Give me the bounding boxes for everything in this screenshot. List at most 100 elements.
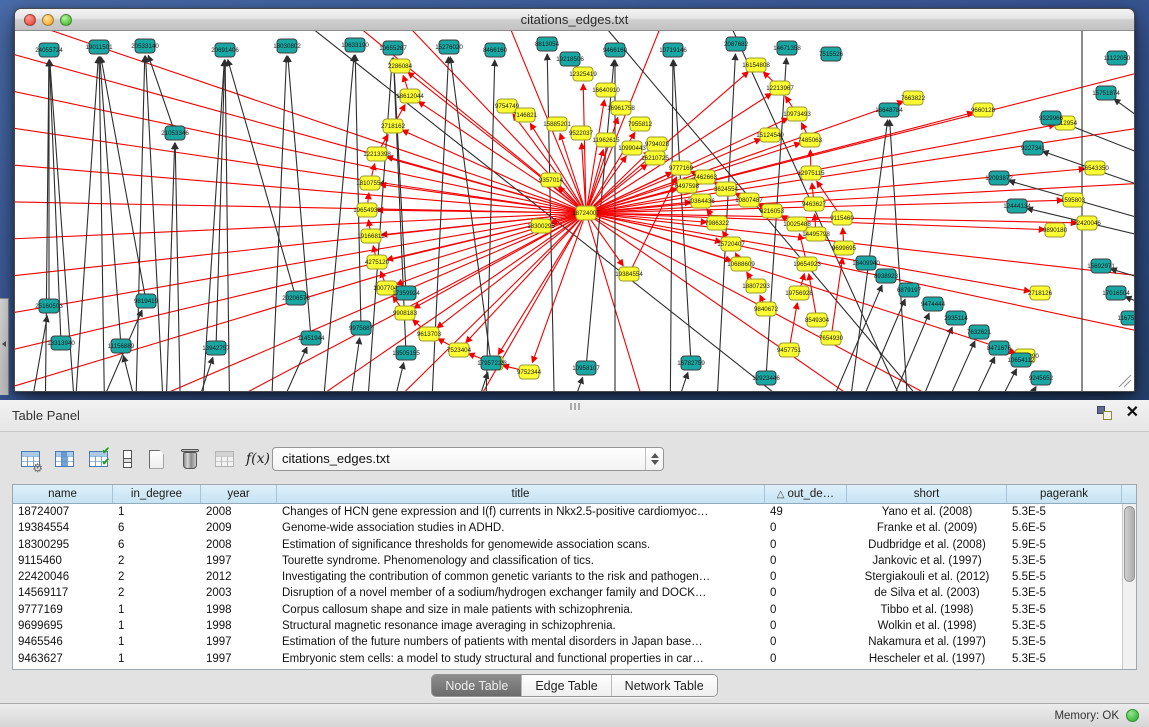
delete-button[interactable]	[176, 445, 204, 473]
graph-node[interactable]: 10807487	[735, 193, 763, 207]
graph-node[interactable]: 8471676	[987, 341, 1012, 355]
row-tools-button[interactable]	[118, 445, 136, 473]
graph-node[interactable]: 20533140	[131, 39, 159, 53]
graph-node[interactable]: 11451944	[297, 331, 325, 345]
graph-node[interactable]: 12213967	[766, 81, 794, 95]
graph-node[interactable]: 9522037	[569, 126, 594, 140]
table-row[interactable]: 1938455462009Genome-wide association stu…	[13, 520, 1136, 536]
graph-node[interactable]: 7632621	[967, 325, 992, 339]
graph-node[interactable]: 9463627	[802, 197, 827, 211]
tab-edge-table[interactable]: Edge Table	[521, 675, 610, 696]
float-panel-icon[interactable]	[1097, 406, 1112, 420]
panel-collapse-strip[interactable]	[0, 298, 9, 395]
close-panel-icon[interactable]: ✕	[1126, 406, 1139, 420]
tab-node-table[interactable]: Node Table	[432, 675, 521, 696]
graph-node[interactable]: 10655287	[379, 41, 407, 55]
network-window[interactable]: citations_edges.txt 18724007240557241901…	[14, 8, 1135, 392]
graph-node[interactable]: 12923446	[752, 371, 780, 385]
graph-node[interactable]: 10633190	[341, 38, 369, 52]
graph-node[interactable]: 10958107	[572, 361, 600, 375]
graph-node[interactable]: 10973493	[783, 107, 811, 121]
graph-node[interactable]: 9115460	[830, 211, 854, 225]
column-header-name[interactable]: name	[13, 485, 113, 503]
graph-node[interactable]: 11675330	[1117, 311, 1134, 325]
graph-node[interactable]: 15124549	[756, 128, 784, 142]
table-row[interactable]: 1872400712008Changes of HCN gene express…	[13, 504, 1136, 520]
table-scrollbar[interactable]	[1122, 504, 1136, 669]
graph-node[interactable]: 19756928	[785, 286, 813, 300]
graph-node[interactable]: 20691406	[211, 43, 239, 57]
graph-node[interactable]: 16154808	[742, 58, 770, 72]
graph-node[interactable]: 16210725	[641, 151, 669, 165]
graph-node[interactable]: 14495798	[802, 227, 830, 241]
new-document-button[interactable]	[142, 445, 170, 473]
graph-node[interactable]: 1595803	[1061, 193, 1086, 207]
graph-node[interactable]: 20206576	[282, 291, 310, 305]
graph-node[interactable]: 18724007	[572, 206, 600, 220]
table-row[interactable]: 2242004622012Investigating the contribut…	[13, 569, 1136, 585]
graph-node[interactable]: 15885201	[543, 117, 571, 131]
graph-node[interactable]: 18107554	[356, 176, 384, 190]
graph-node[interactable]: 12325419	[569, 67, 597, 81]
graph-node[interactable]: 11156889	[108, 339, 135, 353]
graph-node[interactable]: 4275120	[365, 255, 390, 269]
graph-node[interactable]: 9227341	[1021, 141, 1046, 155]
graph-node[interactable]: 8813054	[535, 37, 560, 51]
graph-node[interactable]: 19384554	[615, 267, 643, 281]
graph-node[interactable]: 25160503	[35, 299, 63, 313]
graph-node[interactable]: 6216053	[760, 204, 785, 218]
table-select-dropdown[interactable]: citations_edges.txt	[272, 447, 664, 471]
graph-node[interactable]: 9908183	[393, 306, 418, 320]
graph-node[interactable]: 7663822	[901, 91, 926, 105]
graph-node[interactable]: 15751874	[1092, 86, 1120, 100]
graph-node[interactable]: 7986322	[705, 216, 730, 230]
graph-node[interactable]: 6497598	[675, 179, 700, 193]
table-row[interactable]: 1456911722003Disruption of a novel membe…	[13, 585, 1136, 601]
graph-node[interactable]: 9890180	[1043, 223, 1068, 237]
graph-node[interactable]: 7146821	[513, 108, 538, 122]
graph-node[interactable]: 19218506	[556, 52, 584, 66]
graph-node[interactable]: 17359924	[392, 286, 420, 300]
graph-node[interactable]: 12975115	[797, 166, 825, 180]
graph-node[interactable]: 2087682	[724, 37, 749, 51]
graph-node[interactable]: 15692971	[1087, 259, 1115, 273]
column-header-year[interactable]: year	[201, 485, 277, 503]
graph-node[interactable]: 7515526	[819, 47, 844, 61]
graph-node[interactable]: 18612044	[396, 89, 424, 103]
table-row[interactable]: 946362711997Embryonic stem cells: a mode…	[13, 651, 1136, 667]
graph-node[interactable]: 14671358	[773, 41, 801, 55]
graph-node[interactable]: 16543350	[1081, 161, 1109, 175]
graph-node[interactable]: 18807293	[742, 279, 770, 293]
graph-node[interactable]: 3624554	[714, 182, 739, 196]
graph-node[interactable]: 13313940	[47, 336, 75, 350]
graph-node[interactable]: 19011501	[85, 40, 113, 54]
graph-node[interactable]: 9752344	[517, 365, 542, 379]
graph-node[interactable]: 2718162	[381, 119, 406, 133]
graph-node[interactable]: 8466160	[483, 43, 508, 57]
graph-node[interactable]: 19166812	[357, 229, 385, 243]
graph-node[interactable]: 12444134	[1003, 199, 1031, 213]
graph-node[interactable]: 9794028	[645, 137, 670, 151]
graph-node[interactable]: 9777169	[669, 161, 694, 175]
graph-node[interactable]: 20364436	[687, 194, 715, 208]
tab-network-table[interactable]: Network Table	[611, 675, 717, 696]
column-header-pagerank[interactable]: pagerank	[1007, 485, 1122, 503]
graph-node[interactable]: 16640910	[592, 83, 620, 97]
graph-node[interactable]: 6879197	[897, 283, 922, 297]
graph-node[interactable]: 13505155	[392, 346, 420, 360]
memory-status-indicator[interactable]	[1126, 709, 1139, 722]
graph-node[interactable]: 9474444	[921, 297, 946, 311]
show-column-button[interactable]	[50, 445, 78, 473]
graph-node[interactable]: 9245652	[1029, 371, 1054, 385]
column-header-in_degree[interactable]: in_degree	[113, 485, 201, 503]
column-header-title[interactable]: title	[277, 485, 765, 503]
graph-node[interactable]: 2718126	[1028, 286, 1053, 300]
table-row[interactable]: 1830029562008Estimation of significance …	[13, 537, 1136, 553]
graph-node[interactable]: 18030802	[273, 39, 301, 53]
graph-node[interactable]: 13942757	[202, 341, 230, 355]
graph-node[interactable]: 9975887	[349, 321, 374, 335]
graph-node[interactable]: 18300295	[527, 219, 555, 233]
graph-node[interactable]: 24055724	[35, 43, 63, 57]
table-row[interactable]: 946554611997Estimation of the future num…	[13, 634, 1136, 650]
graph-node[interactable]: 9840672	[754, 302, 779, 316]
